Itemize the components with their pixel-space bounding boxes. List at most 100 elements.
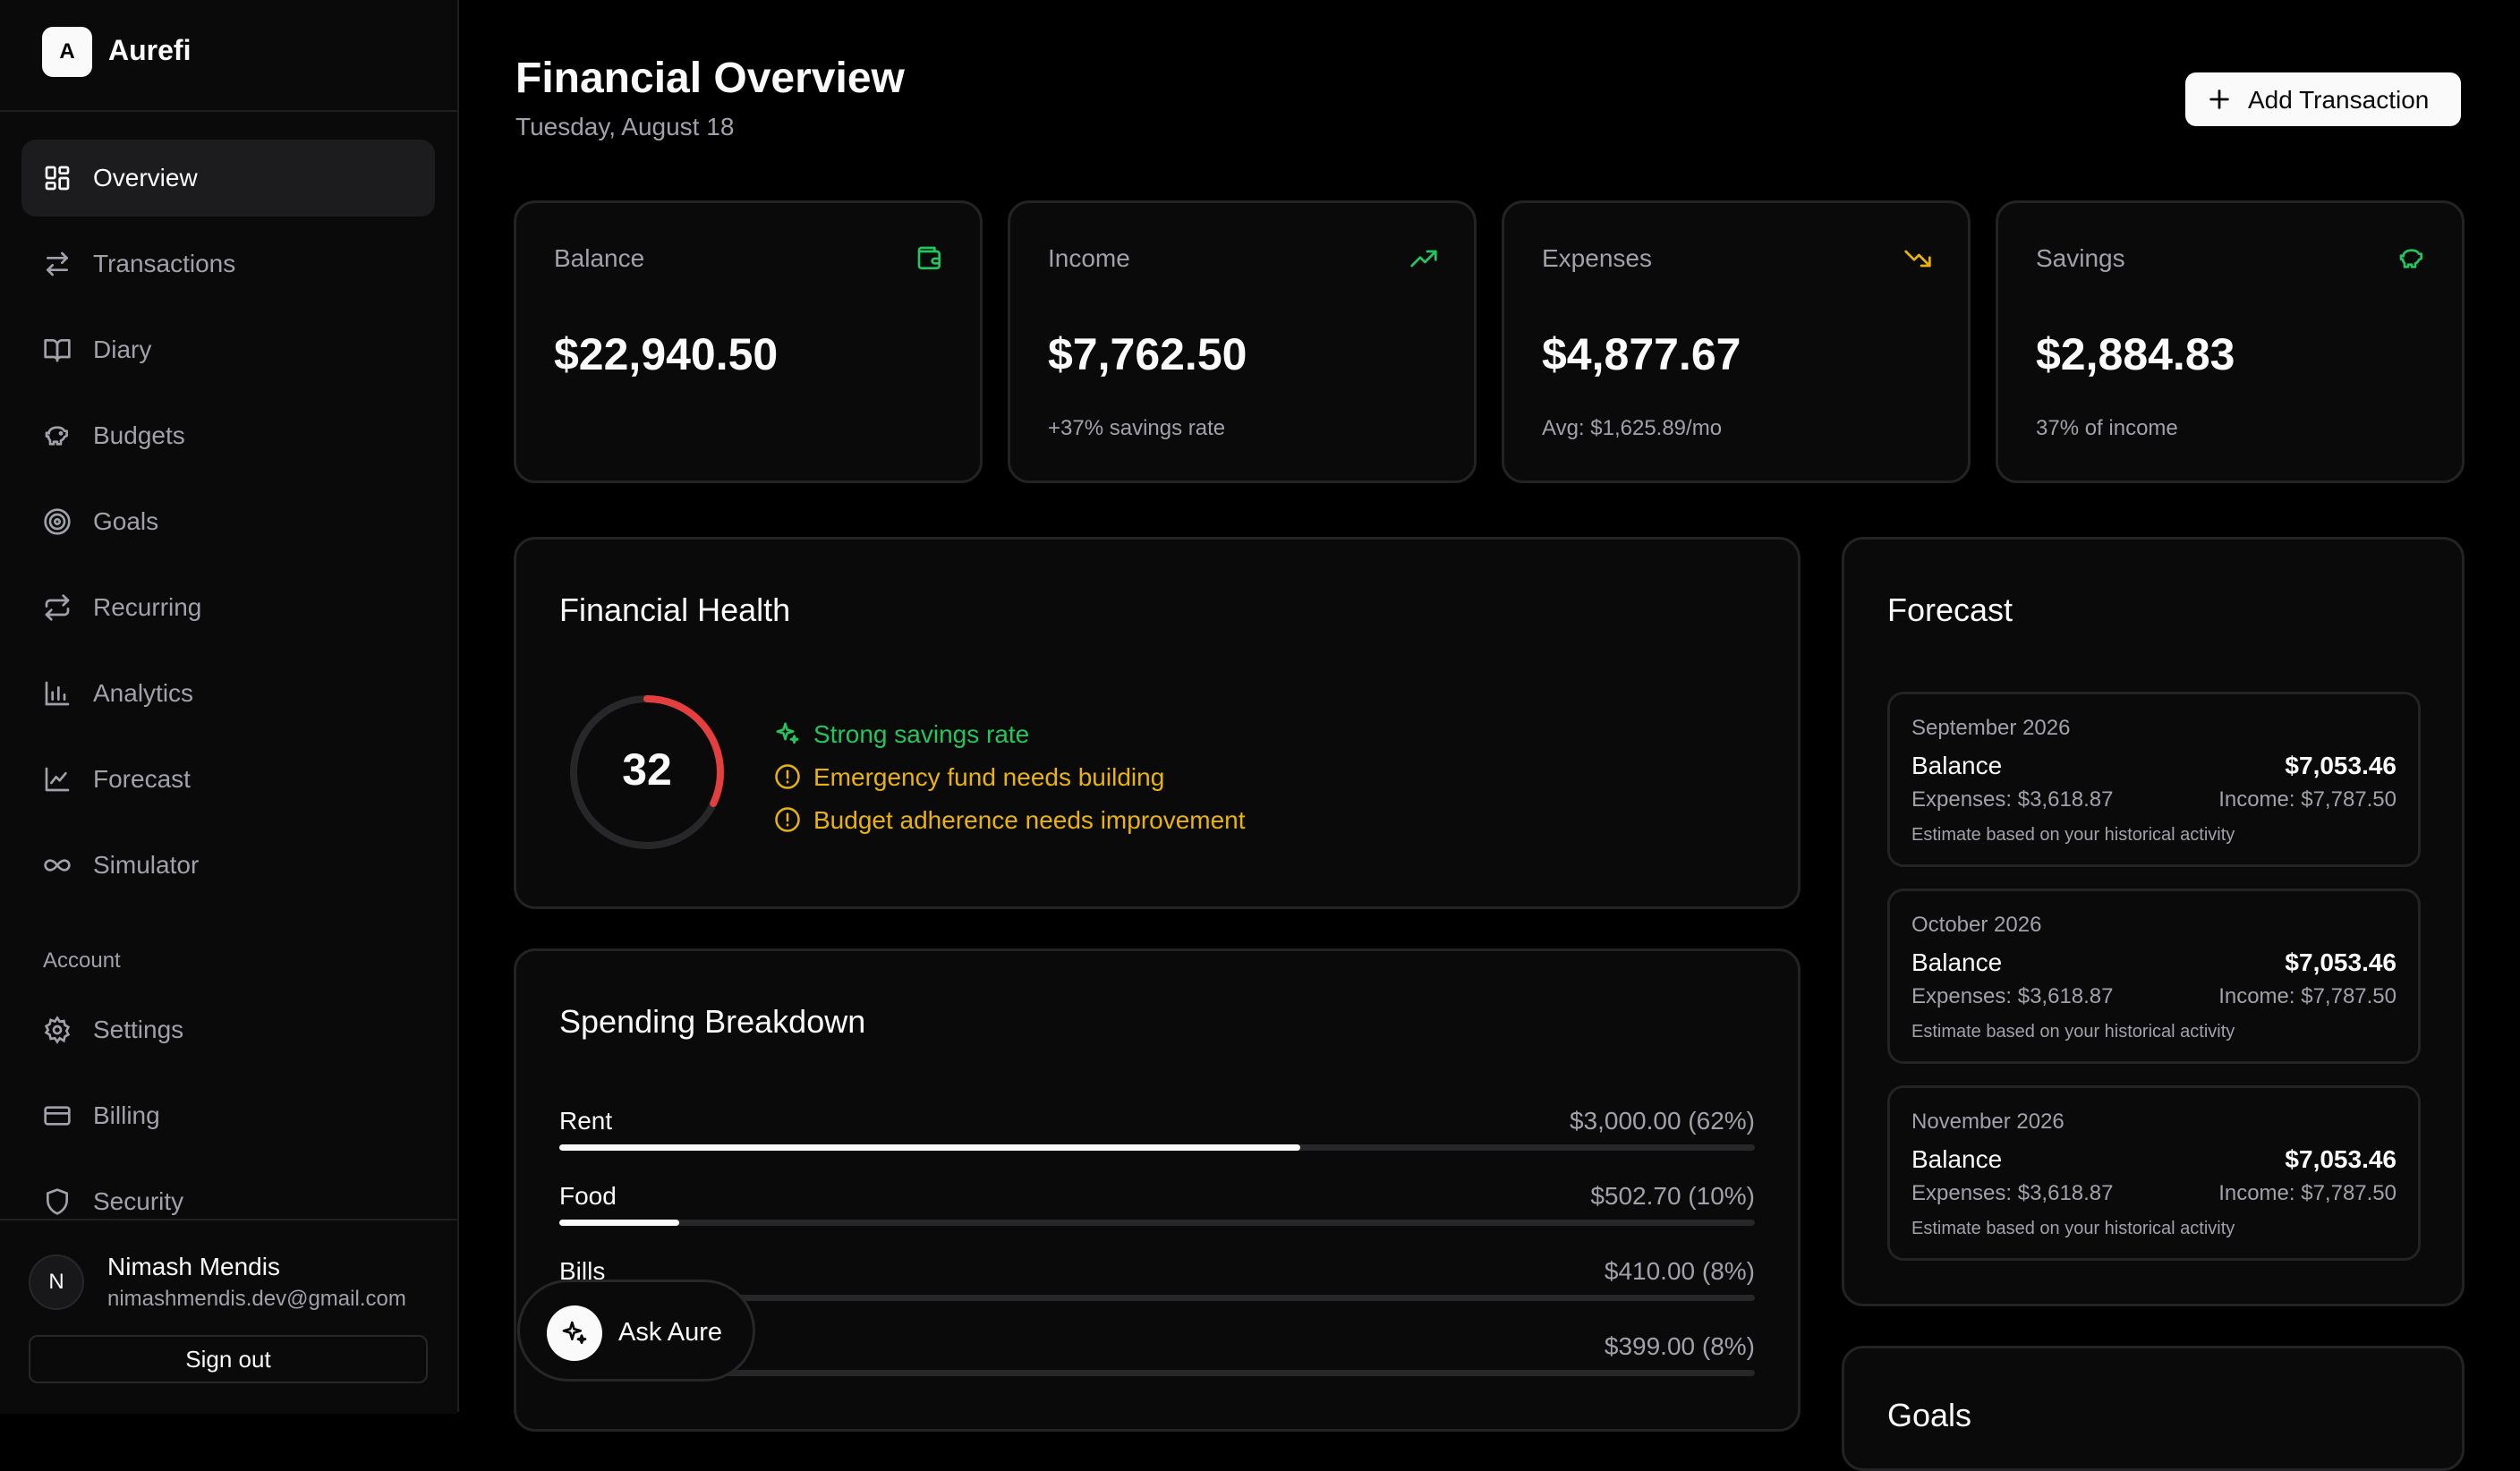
sidebar-item-label: Simulator: [93, 851, 200, 879]
repeat-icon: [43, 593, 72, 622]
sidebar-item-recurring[interactable]: Recurring: [21, 569, 435, 646]
sidebar-item-label: Billing: [93, 1101, 160, 1129]
spending-bar-fill: [559, 1144, 1301, 1151]
card-title: Financial Health: [559, 591, 791, 628]
forecast-item: September 2026 Balance $7,053.46 Expense…: [1887, 692, 2421, 867]
alert-circle-icon: [774, 763, 801, 790]
gear-icon: [43, 1016, 72, 1044]
forecast-card: Forecast September 2026 Balance $7,053.4…: [1842, 537, 2465, 1306]
infinity-icon: [43, 851, 72, 880]
forecast-month: September 2026: [1911, 716, 2071, 740]
forecast-note: Estimate based on your historical activi…: [1911, 1022, 2235, 1042]
arrows-icon: [43, 250, 72, 278]
spending-category: Rent: [559, 1107, 613, 1135]
page-title: Financial Overview: [515, 55, 905, 102]
forecast-item: October 2026 Balance $7,053.46 Expenses:…: [1887, 889, 2421, 1064]
forecast-month: November 2026: [1911, 1110, 2065, 1134]
stat-value: $4,877.67: [1542, 329, 1741, 379]
sidebar-item-goals[interactable]: Goals: [21, 483, 435, 560]
sidebar-item-label: Goals: [93, 507, 159, 535]
sparkles-icon: [774, 720, 801, 747]
sidebar-item-billing[interactable]: Billing: [21, 1077, 435, 1154]
forecast-balance: $7,053.46: [2285, 1145, 2397, 1173]
sidebar-item-budgets[interactable]: Budgets: [21, 397, 435, 474]
book-icon: [43, 336, 72, 364]
spending-amount: $3,000.00 (62%): [1569, 1107, 1755, 1135]
balance-card: Balance $22,940.50: [514, 200, 983, 483]
sidebar-item-simulator[interactable]: Simulator: [21, 827, 435, 904]
avatar: N: [29, 1254, 84, 1310]
piggy-bank-icon: [43, 421, 72, 450]
stat-title: Expenses: [1542, 244, 1652, 272]
line-chart-icon: [43, 765, 72, 794]
expenses-card: Expenses $4,877.67 Avg: $1,625.89/mo: [1502, 200, 1971, 483]
wallet-icon: [915, 244, 944, 273]
spending-amount: $399.00 (8%): [1604, 1332, 1755, 1360]
stat-value: $7,762.50: [1048, 329, 1247, 379]
brand-logo: A: [42, 27, 92, 77]
sidebar-item-label: Analytics: [93, 679, 194, 707]
forecast-balance-label: Balance: [1911, 948, 2003, 976]
alert-circle-icon: [774, 806, 801, 833]
forecast-month: October 2026: [1911, 913, 2042, 937]
sidebar-item-overview[interactable]: Overview: [21, 140, 435, 217]
forecast-item: November 2026 Balance $7,053.46 Expenses…: [1887, 1085, 2421, 1261]
card-title: Spending Breakdown: [559, 1003, 866, 1040]
goals-card: Goals: [1842, 1346, 2465, 1471]
forecast-note: Estimate based on your historical activi…: [1911, 1219, 2235, 1238]
spending-bar-track: [559, 1220, 1755, 1226]
spending-amount: $502.70 (10%): [1590, 1182, 1755, 1210]
forecast-balance: $7,053.46: [2285, 752, 2397, 779]
spending-amount: $410.00 (8%): [1604, 1257, 1755, 1285]
forecast-balance: $7,053.46: [2285, 948, 2397, 976]
sidebar-item-label: Diary: [93, 336, 152, 363]
forecast-balance-label: Balance: [1911, 752, 2003, 779]
trending-up-icon: [1409, 244, 1438, 273]
piggy-bank-icon: [2397, 244, 2426, 273]
forecast-balance-label: Balance: [1911, 1145, 2003, 1173]
card-title: Forecast: [1887, 591, 2013, 628]
stat-title: Savings: [2036, 244, 2125, 272]
sidebar-item-label: Security: [93, 1187, 184, 1215]
forecast-income: Income: $7,787.50: [2218, 984, 2397, 1008]
stat-value: $2,884.83: [2036, 329, 2235, 379]
user-name: Nimash Mendis: [107, 1253, 280, 1280]
card-title: Goals: [1887, 1397, 1972, 1433]
stat-title: Balance: [554, 244, 645, 272]
user-panel: N Nimash Mendis nimashmendis.dev@gmail.c…: [0, 1219, 457, 1414]
sidebar-item-label: Recurring: [93, 593, 202, 621]
bar-chart-icon: [43, 679, 72, 708]
ask-aure-button[interactable]: Ask Aure: [517, 1280, 755, 1382]
brand-header: A Aurefi: [0, 0, 457, 112]
brand-name: Aurefi: [108, 34, 192, 66]
forecast-expenses: Expenses: $3,618.87: [1911, 1181, 2114, 1205]
add-transaction-button[interactable]: Add Transaction: [2185, 72, 2461, 126]
account-section-label: Account: [43, 948, 121, 973]
sidebar-item-label: Overview: [93, 164, 198, 191]
sidebar-item-forecast[interactable]: Forecast: [21, 741, 435, 818]
sidebar-item-analytics[interactable]: Analytics: [21, 655, 435, 732]
health-item-text: Budget adherence needs improvement: [813, 806, 1246, 834]
forecast-expenses: Expenses: $3,618.87: [1911, 984, 2114, 1008]
savings-card: Savings $2,884.83 37% of income: [1996, 200, 2465, 483]
forecast-expenses: Expenses: $3,618.87: [1911, 787, 2114, 812]
sidebar-item-label: Settings: [93, 1016, 184, 1043]
forecast-note: Estimate based on your historical activi…: [1911, 825, 2235, 845]
sidebar-item-diary[interactable]: Diary: [21, 311, 435, 388]
credit-card-icon: [43, 1101, 72, 1130]
sparkles-icon: [547, 1305, 602, 1361]
sidebar-item-transactions[interactable]: Transactions: [21, 225, 435, 302]
health-item-text: Emergency fund needs building: [813, 763, 1165, 791]
trending-down-icon: [1903, 244, 1932, 273]
stat-sub: +37% savings rate: [1048, 416, 1226, 440]
health-score: 32: [622, 744, 672, 795]
forecast-income: Income: $7,787.50: [2218, 1181, 2397, 1205]
add-transaction-label: Add Transaction: [2248, 86, 2430, 114]
income-card: Income $7,762.50 +37% savings rate: [1008, 200, 1477, 483]
spending-bar-fill: [559, 1220, 679, 1226]
sidebar-item-settings[interactable]: Settings: [21, 991, 435, 1068]
sidebar-item-label: Budgets: [93, 421, 185, 449]
sign-out-button[interactable]: Sign out: [29, 1335, 428, 1383]
page-date: Tuesday, August 18: [515, 113, 735, 140]
stat-value: $22,940.50: [554, 329, 779, 379]
